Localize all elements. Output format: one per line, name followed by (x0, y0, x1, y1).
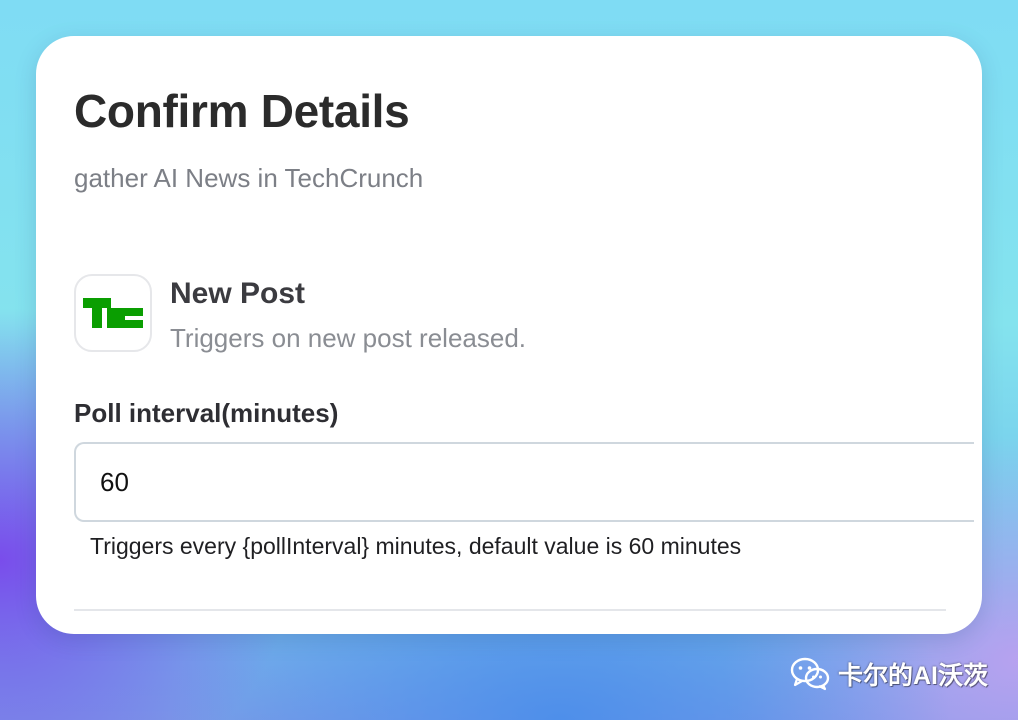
techcrunch-logo-icon (74, 274, 152, 352)
confirm-details-card: Confirm Details gather AI News in TechCr… (36, 36, 982, 634)
watermark: 卡尔的AI沃茨 (790, 656, 988, 692)
watermark-text: 卡尔的AI沃茨 (838, 662, 989, 690)
trigger-description: Triggers on new post released. (170, 323, 527, 353)
page-subtitle: gather AI News in TechCrunch (74, 163, 424, 193)
wechat-icon (790, 657, 830, 691)
techcrunch-logo-graphic (83, 298, 143, 328)
trigger-title: New Post (170, 277, 306, 310)
poll-interval-input[interactable] (74, 442, 974, 522)
poll-interval-hint: Triggers every {pollInterval} minutes, d… (90, 533, 742, 559)
poll-interval-label: Poll interval(minutes) (74, 398, 339, 428)
page-title: Confirm Details (74, 85, 410, 137)
section-divider (74, 609, 946, 611)
